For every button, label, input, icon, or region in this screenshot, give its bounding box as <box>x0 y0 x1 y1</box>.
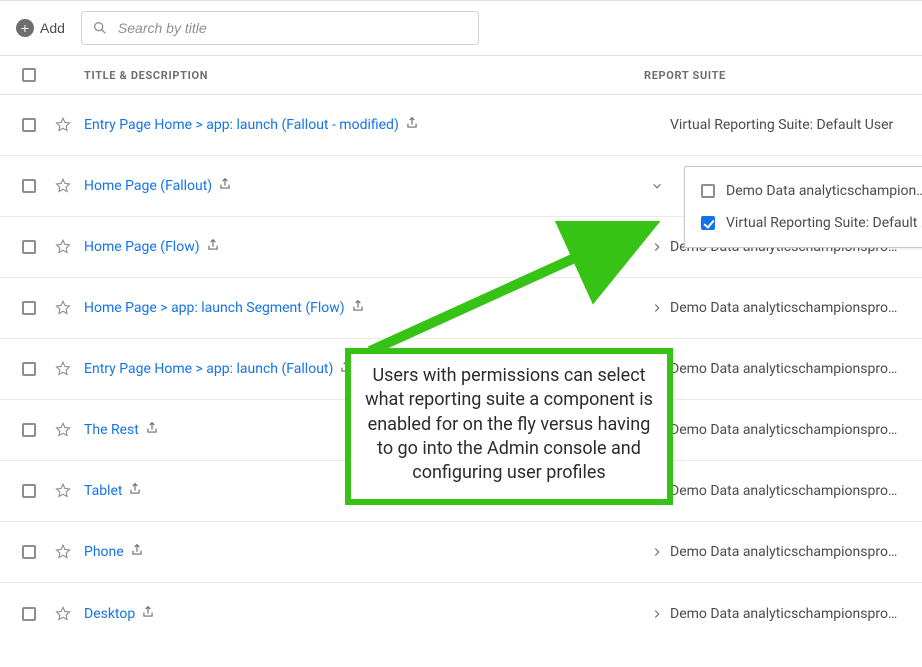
row-checkbox[interactable] <box>22 545 36 559</box>
share-icon[interactable] <box>141 605 155 623</box>
report-suite-cell: Demo Data analyticschampionsprogram <box>670 606 904 622</box>
popup-checkbox[interactable] <box>701 184 715 198</box>
report-suite-cell: Demo Data analyticschampionsprogram <box>670 300 904 316</box>
report-suite-cell: Demo Data analyticschampionsprogram <box>670 483 904 499</box>
star-button[interactable] <box>54 543 84 561</box>
row-checkbox[interactable] <box>22 240 36 254</box>
row-checkbox[interactable] <box>22 423 36 437</box>
star-button[interactable] <box>54 482 84 500</box>
report-suite-cell: Demo Data analyticschampionsprogram <box>670 422 904 438</box>
share-icon[interactable] <box>351 299 365 317</box>
header-report-suite[interactable]: REPORT SUITE <box>644 69 904 82</box>
row-checkbox[interactable] <box>22 179 36 193</box>
row-checkbox[interactable] <box>22 484 36 498</box>
search-icon <box>92 20 108 36</box>
star-button[interactable] <box>54 116 84 134</box>
expand-caret[interactable] <box>644 240 670 254</box>
add-label: Add <box>40 20 65 36</box>
title-link[interactable]: Home Page (Fallout) <box>84 178 212 194</box>
row-checkbox[interactable] <box>22 607 36 621</box>
expand-caret[interactable] <box>644 179 670 193</box>
share-icon[interactable] <box>145 421 159 439</box>
star-button[interactable] <box>54 605 84 623</box>
share-icon[interactable] <box>218 177 232 195</box>
row-checkbox[interactable] <box>22 118 36 132</box>
table-row: Desktop Demo Data analyticschampionsprogr… <box>0 583 922 644</box>
star-button[interactable] <box>54 299 84 317</box>
title-link[interactable]: Desktop <box>84 606 135 622</box>
expand-caret[interactable] <box>644 545 670 559</box>
star-button[interactable] <box>54 421 84 439</box>
search-field[interactable] <box>81 11 479 45</box>
annotation-box: Users with permissions can select what r… <box>345 348 673 505</box>
expand-caret[interactable] <box>644 607 670 621</box>
expand-caret[interactable] <box>644 301 670 315</box>
popup-option[interactable]: Demo Data analyticschampionsprogr <box>689 175 922 207</box>
star-button[interactable] <box>54 360 84 378</box>
popup-option-label: Virtual Reporting Suite: Default User <box>726 215 922 231</box>
table-row: Entry Page Home > app: launch (Fallout -… <box>0 95 922 156</box>
title-link[interactable]: Entry Page Home > app: launch (Fallout) <box>84 361 333 377</box>
popup-option-label: Demo Data analyticschampionsprogr <box>726 183 922 199</box>
report-suite-cell: Demo Data analyticschampionsprogram <box>670 544 904 560</box>
star-button[interactable] <box>54 177 84 195</box>
add-button[interactable]: + Add <box>12 17 69 39</box>
search-input[interactable] <box>116 19 468 37</box>
plus-icon: + <box>16 19 34 37</box>
share-icon[interactable] <box>206 238 220 256</box>
title-link[interactable]: The Rest <box>84 422 139 438</box>
report-suite-cell: Virtual Reporting Suite: Default User <box>670 117 904 133</box>
title-link[interactable]: Tablet <box>84 483 122 499</box>
table-header: TITLE & DESCRIPTION REPORT SUITE <box>0 55 922 95</box>
table-row: Phone Demo Data analyticschampionsprogram <box>0 522 922 583</box>
toolbar: + Add <box>0 1 922 55</box>
title-link[interactable]: Home Page (Flow) <box>84 239 200 255</box>
select-all-checkbox[interactable] <box>22 68 36 82</box>
report-suite-cell: Demo Data analyticschampionsprogram <box>670 361 904 377</box>
share-icon[interactable] <box>405 116 419 134</box>
popup-option[interactable]: Virtual Reporting Suite: Default User <box>689 207 922 239</box>
star-button[interactable] <box>54 238 84 256</box>
table-row: Home Page > app: launch Segment (Flow) De… <box>0 278 922 339</box>
share-icon[interactable] <box>128 482 142 500</box>
share-icon[interactable] <box>130 543 144 561</box>
report-suite-popup: Demo Data analyticschampionsprogr Virtual… <box>684 166 922 248</box>
annotation-text: Users with permissions can select what r… <box>365 365 653 483</box>
title-link[interactable]: Phone <box>84 544 124 560</box>
row-checkbox[interactable] <box>22 301 36 315</box>
header-title[interactable]: TITLE & DESCRIPTION <box>84 69 644 82</box>
popup-checkbox[interactable] <box>701 216 715 230</box>
title-link[interactable]: Entry Page Home > app: launch (Fallout -… <box>84 117 399 133</box>
row-checkbox[interactable] <box>22 362 36 376</box>
title-link[interactable]: Home Page > app: launch Segment (Flow) <box>84 300 345 316</box>
